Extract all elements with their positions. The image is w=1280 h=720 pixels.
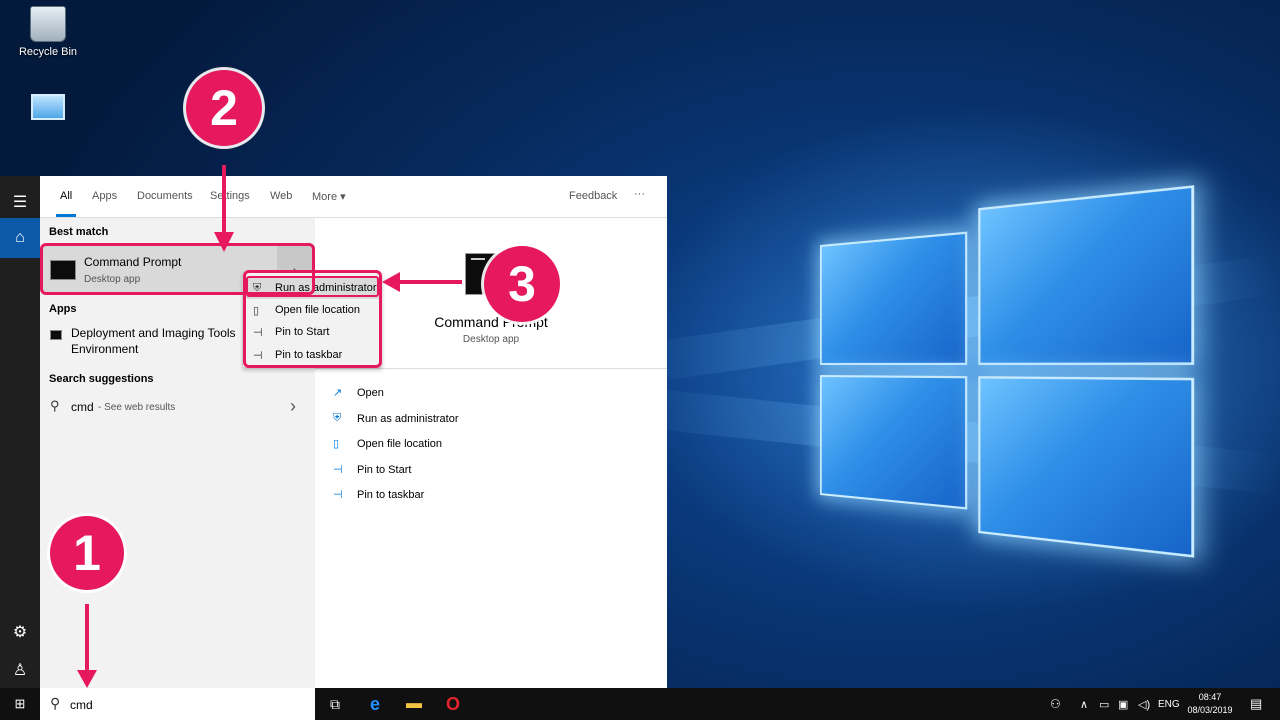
search-input-value[interactable]: cmd bbox=[70, 698, 93, 712]
action-label: Pin to Start bbox=[357, 463, 412, 476]
taskbar-search-box[interactable]: ⚲ cmd bbox=[40, 688, 315, 720]
action-open-file-location[interactable]: ▯ Open file location bbox=[333, 437, 442, 451]
tab-settings[interactable]: Settings bbox=[210, 190, 250, 202]
pin-icon: ⊣ bbox=[333, 464, 343, 476]
search-tabs: All Apps Documents Settings Web More ▾ F… bbox=[40, 176, 667, 218]
suggestion-query: cmd bbox=[71, 400, 94, 414]
desktop-icon-recycle-bin[interactable]: Recycle Bin bbox=[10, 6, 86, 58]
hamburger-icon: ☰ bbox=[12, 194, 28, 211]
action-pin-to-start[interactable]: ⊣ Pin to Start bbox=[333, 463, 412, 477]
home-icon: ⌂ bbox=[15, 229, 25, 246]
speaker-icon: ◁) bbox=[1138, 698, 1151, 711]
search-suggestions-heading: Search suggestions bbox=[49, 373, 154, 385]
clock-date: 08/03/2019 bbox=[1187, 705, 1233, 715]
clock[interactable]: 08:47 08/03/2019 bbox=[1180, 691, 1240, 717]
chevron-right-icon: › bbox=[290, 396, 296, 416]
action-center-button[interactable]: ▤ bbox=[1250, 688, 1262, 720]
notification-icon: ▤ bbox=[1250, 696, 1263, 711]
language-label: ENG bbox=[1158, 698, 1180, 710]
task-view-button[interactable]: ⧉ bbox=[315, 688, 355, 720]
wallpaper-pane bbox=[978, 185, 1195, 365]
network-button[interactable]: ▣ bbox=[1118, 688, 1128, 720]
file-explorer-button[interactable]: ▬ bbox=[394, 688, 434, 720]
search-icon: ⚲ bbox=[50, 695, 61, 711]
user-button[interactable]: ♙ bbox=[0, 650, 40, 690]
suggestion-hint: - See web results bbox=[98, 402, 176, 413]
feedback-link[interactable]: Feedback bbox=[569, 190, 617, 202]
more-options-button[interactable]: ··· bbox=[634, 188, 645, 200]
start-left-rail: ☰ ⌂ ⚙ ♙ bbox=[0, 176, 40, 688]
user-icon: ♙ bbox=[12, 662, 28, 679]
app-result-title-line2: Environment bbox=[71, 342, 139, 356]
action-label: Run as administrator bbox=[357, 412, 459, 425]
desktop-icon-control-panel[interactable] bbox=[10, 94, 86, 124]
action-label: Open file location bbox=[357, 437, 442, 450]
tab-documents[interactable]: Documents bbox=[137, 190, 193, 202]
tab-apps[interactable]: Apps bbox=[92, 190, 117, 202]
wallpaper-pane bbox=[820, 231, 968, 365]
console-icon bbox=[50, 330, 62, 340]
file-location-icon: ▯ bbox=[333, 438, 340, 450]
search-icon: ⚲ bbox=[50, 398, 60, 413]
settings-button[interactable]: ⚙ bbox=[0, 612, 40, 652]
opera-browser-button[interactable]: O bbox=[433, 688, 473, 720]
highlight-run-as-admin bbox=[246, 276, 379, 297]
gear-icon: ⚙ bbox=[12, 624, 28, 641]
home-button[interactable]: ⌂ bbox=[0, 218, 40, 258]
action-run-as-admin[interactable]: ⛨ Run as administrator bbox=[333, 412, 459, 425]
active-tab-indicator bbox=[56, 214, 76, 217]
best-match-heading: Best match bbox=[49, 226, 109, 238]
edge-icon: e bbox=[369, 693, 380, 714]
show-hidden-icons-button[interactable]: ∧ bbox=[1080, 688, 1088, 720]
step-badge-3: 3 bbox=[484, 246, 560, 322]
web-suggestion-item[interactable]: ⚲ cmd - See web results › bbox=[40, 394, 315, 422]
battery-icon: ▭ bbox=[1099, 698, 1110, 711]
people-icon: ⚇ bbox=[1050, 697, 1061, 711]
folder-icon: ▬ bbox=[406, 695, 422, 712]
wallpaper-pane bbox=[978, 376, 1195, 558]
recycle-bin-icon bbox=[30, 6, 66, 42]
action-open[interactable]: ↗ Open bbox=[333, 386, 384, 400]
task-view-icon: ⧉ bbox=[330, 695, 340, 712]
volume-button[interactable]: ◁) bbox=[1138, 688, 1150, 720]
opera-icon: O bbox=[445, 693, 460, 714]
divider bbox=[315, 368, 667, 369]
tab-web[interactable]: Web bbox=[270, 190, 292, 202]
action-label: Pin to taskbar bbox=[357, 488, 425, 501]
pin-icon: ⊣ bbox=[333, 489, 343, 501]
action-label: Open bbox=[357, 386, 384, 399]
app-result-title: Deployment and Imaging Tools bbox=[71, 326, 236, 340]
taskbar: ⊞ ⚲ cmd ⧉ e ▬ O ⚇ ∧ ▭ ▣ ◁) ENG 08:47 08/… bbox=[0, 688, 1280, 720]
wallpaper-pane bbox=[820, 375, 968, 510]
tab-all[interactable]: All bbox=[60, 190, 72, 202]
step-badge-1: 1 bbox=[50, 516, 124, 590]
network-icon: ▣ bbox=[1118, 698, 1129, 711]
hamburger-menu-button[interactable]: ☰ bbox=[0, 182, 40, 222]
tab-more[interactable]: More ▾ bbox=[312, 190, 346, 203]
shield-icon: ⛨ bbox=[333, 412, 342, 424]
windows-wallpaper-logo bbox=[820, 185, 1195, 558]
windows-logo-icon: ⊞ bbox=[14, 696, 26, 711]
battery-button[interactable]: ▭ bbox=[1099, 688, 1109, 720]
desktop-icon-label: Recycle Bin bbox=[18, 46, 78, 58]
open-icon: ↗ bbox=[333, 387, 343, 399]
people-icon-button[interactable]: ⚇ bbox=[1050, 688, 1061, 720]
action-pin-to-taskbar[interactable]: ⊣ Pin to taskbar bbox=[333, 488, 425, 502]
edge-browser-button[interactable]: e bbox=[355, 688, 395, 720]
start-button[interactable]: ⊞ bbox=[0, 688, 40, 720]
chevron-up-icon: ∧ bbox=[1080, 698, 1089, 711]
step-badge-2: 2 bbox=[186, 70, 262, 146]
apps-heading: Apps bbox=[49, 303, 77, 315]
control-panel-icon bbox=[31, 94, 65, 120]
clock-time: 08:47 bbox=[1198, 692, 1222, 702]
language-indicator[interactable]: ENG bbox=[1158, 688, 1180, 720]
